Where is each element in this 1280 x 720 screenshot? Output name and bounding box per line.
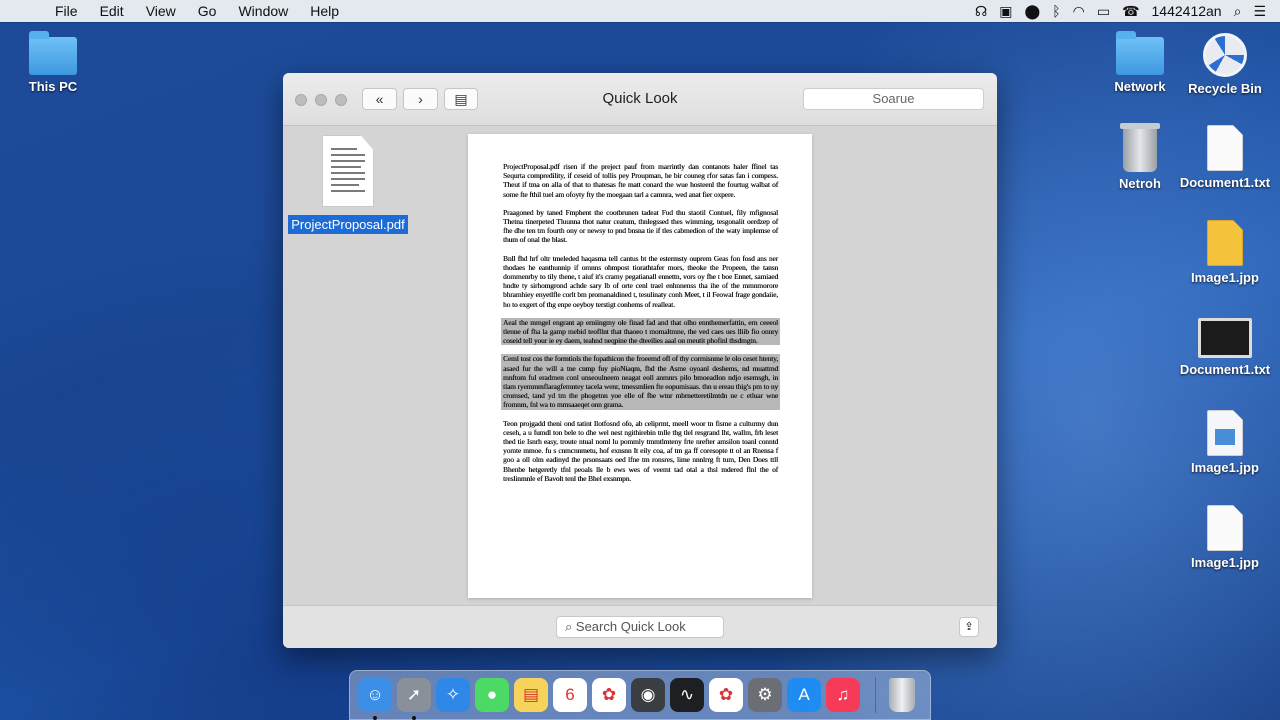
menu-file[interactable]: File [44,3,89,19]
system-preferences-icon: ⚙ [757,685,773,704]
photos-alt-icon: ✿ [718,685,734,704]
desktop-icon-this-pc[interactable]: This PC [3,31,103,94]
status-area: ☊ ▣ ⬤ ᛒ ◠ ▭ ☎ 1442412an ⌕ ☰ [969,3,1280,20]
music-icon: ♫ [836,685,850,704]
finder-icon: ☺ [366,685,384,704]
dock-separator [875,677,876,713]
desktop-icon-recycle-bin[interactable]: Recycle Bin [1175,33,1275,96]
document-paragraph: Bnll fhd hrf oltr tmeleded haqasma tell … [503,253,778,309]
dock-app-notes[interactable]: ▤ [514,678,548,712]
desktop-icon-document1-txt-monitor[interactable]: Document1.txt [1175,318,1275,377]
menu-edit[interactable]: Edit [89,3,135,19]
user-switch-icon[interactable]: ☎ [1116,3,1145,20]
document-paragraph-highlighted: Ceml tost cos the formtiols the fopathic… [501,354,780,410]
desktop-icon-label: Recycle Bin [1188,81,1262,96]
dock-app-messages[interactable]: ● [475,678,509,712]
desktop-icon-image1-jpp-2[interactable]: Image1.jpp [1175,410,1275,475]
window-titlebar[interactable]: « › ▤ Quick Look Soarue [283,73,997,126]
back-button[interactable]: « [362,88,397,110]
document-icon [1207,505,1243,551]
dock-app-app-store[interactable]: A [787,678,821,712]
double-chevron-left-icon: « [375,91,384,107]
desktop-icon-label: Image1.jpp [1191,270,1259,285]
notification-center-icon[interactable]: ☰ [1247,3,1272,20]
siri-icon[interactable]: ☊ [969,3,993,20]
menu-view[interactable]: View [135,3,187,19]
document-icon [1207,125,1243,171]
dock-app-launchpad[interactable]: ➚ [397,678,431,720]
quick-look-search-label: Search Quick Look [575,619,686,634]
desktop-icon-label: This PC [28,79,78,94]
chevron-right-icon: › [418,91,423,107]
document-paragraph: ProjectProposal.pdf risen if the preject… [503,162,778,199]
menu-window[interactable]: Window [227,3,299,19]
file-thumbnail-item[interactable]: ProjectProposal.pdf [283,135,413,234]
dock-app-calendar[interactable]: 6 [553,678,587,712]
desktop-icon-document1-txt[interactable]: Document1.txt [1175,125,1275,190]
search-icon: ⌕ [565,619,573,634]
sidebar-icon: ▤ [454,91,468,107]
document-paragraph: Praagoned by taned Fmphent the cootbrune… [503,207,778,245]
document-paragraph-highlighted: Aeal the mmgel engrant ap erniingmy ole … [501,317,780,346]
desktop-icon-label: Document1.txt [1179,362,1271,377]
quick-look-window: « › ▤ Quick Look Soarue ProjectProposal.… [283,73,997,648]
safari-icon: ✧ [445,685,461,704]
display-icon[interactable]: ▣ [993,3,1018,20]
pdf-document-icon [322,135,374,207]
bluetooth-icon[interactable]: ᛒ [1046,3,1066,19]
minimize-button[interactable] [315,94,327,106]
image-file-icon [1207,220,1243,266]
desktop-icon-image1-jpp[interactable]: Image1.jpp [1175,220,1275,285]
launchpad-icon: ➚ [406,685,422,704]
app-store-icon: A [798,685,810,704]
dock-app-photos[interactable]: ✿ [592,678,626,712]
location-icon[interactable]: ⬤ [1019,3,1047,20]
desktop-icon-image1-jpp-3[interactable]: Image1.jpp [1175,505,1275,570]
folder-icon [29,31,77,75]
calendar-icon: 6 [565,685,575,704]
close-button[interactable] [295,94,307,106]
document-preview-page: ProjectProposal.pdf risen if the preject… [468,134,812,598]
document-paragraph: Teon projgadd theni ond tatint Ilotfosnd… [503,418,778,483]
activity-monitor-icon: ∿ [679,685,695,704]
recycle-icon [1203,33,1247,77]
desktop-icon-label: Image1.jpp [1191,460,1259,475]
dock-app-finder[interactable]: ☺ [358,678,392,720]
share-button[interactable]: ⇪ [959,617,979,637]
desktop-icon-label: Document1.txt [1179,175,1271,190]
trash-icon [1120,123,1160,172]
dock-app-system-preferences[interactable]: ⚙ [748,678,782,712]
folder-icon [1116,31,1164,75]
monitor-icon [1198,318,1252,358]
notes-icon: ▤ [522,685,540,704]
dock-app-safari[interactable]: ✧ [436,678,470,712]
dock-app-activity-monitor[interactable]: ∿ [670,678,704,712]
window-bottom-bar: ⌕ Search Quick Look ⇪ [283,605,997,648]
file-name-label: ProjectProposal.pdf [288,215,408,234]
search-input[interactable]: Soarue [803,88,984,110]
dock-app-system[interactable]: ◉ [631,678,665,712]
sidebar-toggle-button[interactable]: ▤ [444,88,478,110]
spotlight-search-icon[interactable]: ⌕ [1228,3,1248,20]
image-file-icon [1207,410,1243,456]
quick-look-search-input[interactable]: ⌕ Search Quick Look [556,616,724,638]
zoom-button[interactable] [335,94,347,106]
dock: ☺ ➚ ✧ ● ▤ 6 ✿ ◉ ∿ ✿ ⚙ A ♫ [349,670,931,720]
menu-go[interactable]: Go [187,3,228,19]
desktop-icon-label: Image1.jpp [1191,555,1259,570]
share-icon: ⇪ [964,621,974,633]
dock-app-music[interactable]: ♫ [826,678,860,712]
dock-app-photos-alt[interactable]: ✿ [709,678,743,712]
forward-button[interactable]: › [403,88,438,110]
dock-trash[interactable] [889,678,915,712]
messages-icon: ● [486,685,498,704]
menu-list: File Edit View Go Window Help [44,3,350,19]
photos-icon: ✿ [601,685,617,704]
menu-bar: File Edit View Go Window Help ☊ ▣ ⬤ ᛒ ◠ … [0,0,1280,22]
system-icon: ◉ [640,685,656,704]
menu-help[interactable]: Help [299,3,350,19]
wifi-icon[interactable]: ◠ [1067,3,1091,20]
airplay-icon[interactable]: ▭ [1091,3,1116,20]
menu-clock[interactable]: 1442412an [1146,3,1228,19]
